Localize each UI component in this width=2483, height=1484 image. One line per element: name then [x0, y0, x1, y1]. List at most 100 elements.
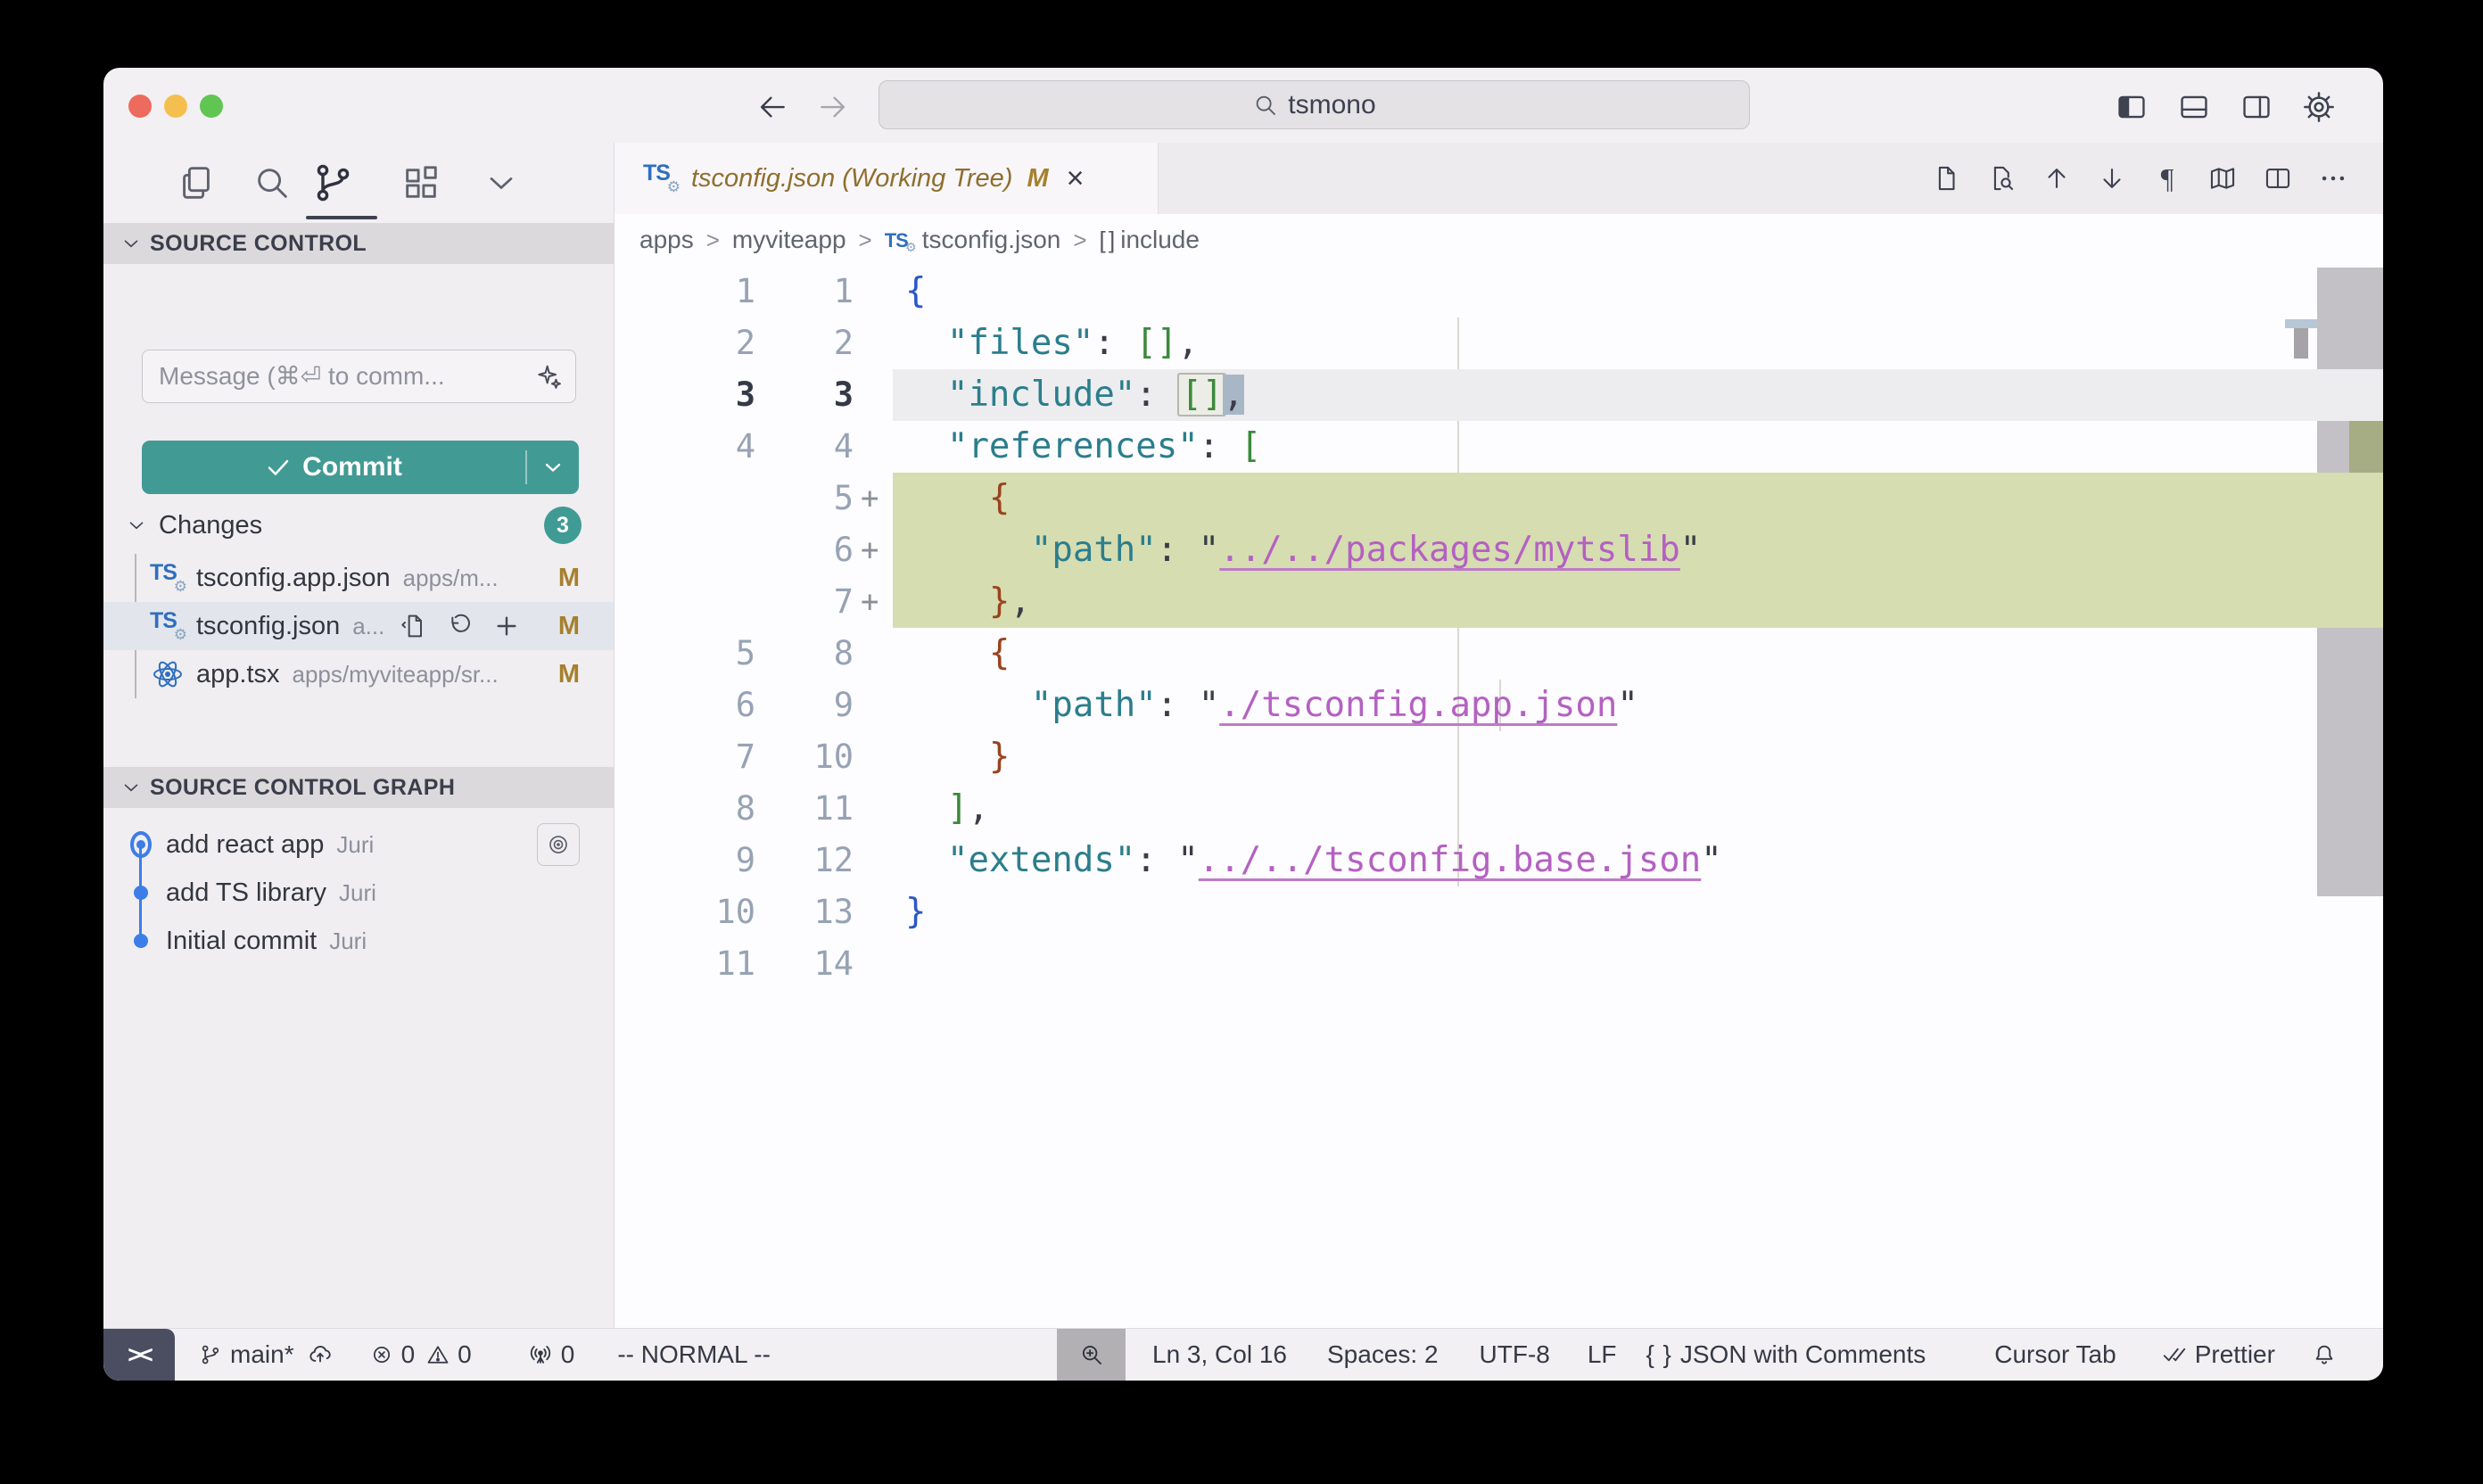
code-line[interactable]: 912 "extends": "../../tsconfig.base.json…: [615, 835, 2383, 886]
code-text[interactable]: "files": [],: [893, 317, 2383, 369]
more-actions-button[interactable]: [2315, 161, 2351, 196]
commit-row[interactable]: add react app Juri: [103, 820, 614, 869]
code-line[interactable]: 7+ },: [615, 576, 2383, 628]
code-line[interactable]: 22 "files": [],: [615, 317, 2383, 369]
code-text[interactable]: }: [893, 886, 2383, 938]
new-line-number: 4: [768, 421, 859, 473]
next-change-button[interactable]: [2094, 161, 2130, 196]
cursor-position[interactable]: Ln 3, Col 16: [1152, 1340, 1287, 1369]
code-line[interactable]: 33 "include": [],: [615, 369, 2383, 421]
code-line[interactable]: 710 }: [615, 731, 2383, 783]
code-line[interactable]: 5+ {: [615, 473, 2383, 524]
encoding-status[interactable]: UTF-8: [1480, 1340, 1550, 1369]
indentation-status[interactable]: Spaces: 2: [1327, 1340, 1439, 1369]
sync-button[interactable]: [307, 1341, 334, 1368]
tab-tsconfig-working-tree[interactable]: TS⚙ tsconfig.json (Working Tree) M ×: [615, 143, 1159, 214]
goto-commit-button[interactable]: [537, 823, 580, 866]
toggle-secondary-sidebar-button[interactable]: [2237, 87, 2276, 127]
source-control-view-button[interactable]: [309, 159, 357, 207]
notifications-button[interactable]: [2311, 1341, 2338, 1368]
ellipsis-icon: [2318, 163, 2348, 194]
branch-status[interactable]: main*: [198, 1340, 294, 1369]
code-line[interactable]: 811 ],: [615, 783, 2383, 835]
changed-file-row-selected[interactable]: TS⚙ tsconfig.json a... M: [103, 602, 614, 650]
toggle-panel-button[interactable]: [2174, 87, 2214, 127]
code-text[interactable]: {: [893, 628, 2383, 680]
problems-warnings[interactable]: 0: [425, 1340, 472, 1369]
code-text[interactable]: {: [893, 266, 2383, 317]
changed-file-row[interactable]: app.tsx apps/myviteapp/sr... M: [103, 650, 614, 698]
code-line[interactable]: 11{: [615, 266, 2383, 317]
changes-section-header[interactable]: Changes 3: [103, 501, 614, 549]
window-controls: [128, 95, 223, 118]
commit-button[interactable]: Commit: [142, 452, 525, 482]
maximize-window-button[interactable]: [200, 95, 223, 118]
changed-file-row[interactable]: TS⚙ tsconfig.app.json apps/m... M: [103, 554, 614, 602]
open-file-button[interactable]: [399, 611, 429, 641]
code-line[interactable]: 69 "path": "./tsconfig.app.json": [615, 680, 2383, 731]
cursor-tab-status[interactable]: Cursor Tab: [1994, 1340, 2116, 1369]
code-line[interactable]: 1114: [615, 938, 2383, 990]
code-line[interactable]: 6+ "path": "../../packages/mytslib": [615, 524, 2383, 576]
code-line[interactable]: 44 "references": [: [615, 421, 2383, 473]
broadcast-status[interactable]: 0: [527, 1340, 575, 1369]
code-text[interactable]: ],: [893, 783, 2383, 835]
graph-section-header[interactable]: SOURCE CONTROL GRAPH: [103, 767, 614, 808]
split-editor-button[interactable]: [2260, 161, 2296, 196]
code-text[interactable]: "extends": "../../tsconfig.base.json": [893, 835, 2383, 886]
discard-changes-button[interactable]: [445, 611, 475, 641]
breadcrumb-item[interactable]: include: [1120, 226, 1200, 254]
code-text[interactable]: },: [893, 576, 2383, 628]
settings-button[interactable]: [2299, 87, 2339, 127]
language-mode[interactable]: { } JSON with Comments: [1646, 1340, 1926, 1369]
code-text[interactable]: "include": [],: [893, 369, 2383, 421]
source-control-section-header[interactable]: SOURCE CONTROL: [103, 223, 614, 264]
tsconfig-file-icon: TS⚙: [643, 161, 679, 196]
old-line-number: 11: [615, 938, 768, 990]
formatter-status[interactable]: Prettier: [2161, 1340, 2275, 1369]
open-changes-button[interactable]: [1984, 161, 2019, 196]
open-file-button[interactable]: [1928, 161, 1964, 196]
commit-dropdown-button[interactable]: [527, 455, 579, 480]
chevron-down-icon: [120, 776, 143, 799]
stage-changes-button[interactable]: [491, 611, 522, 641]
search-view-button[interactable]: [248, 159, 296, 207]
eol-status[interactable]: LF: [1588, 1340, 1617, 1369]
commit-row[interactable]: add TS library Juri: [103, 869, 614, 917]
breadcrumb-item[interactable]: tsconfig.json: [922, 226, 1061, 254]
added-line-marker: [859, 317, 893, 369]
code-line[interactable]: 58 {: [615, 628, 2383, 680]
render-whitespace-button[interactable]: ¶: [2149, 161, 2185, 196]
forward-button[interactable]: [813, 87, 853, 127]
problems-errors[interactable]: 0: [369, 1340, 416, 1369]
breadcrumb-item[interactable]: myviteapp: [732, 226, 846, 254]
code-text[interactable]: {: [893, 473, 2383, 524]
more-views-button[interactable]: [477, 159, 525, 207]
extensions-view-button[interactable]: [397, 159, 445, 207]
previous-change-button[interactable]: [2039, 161, 2075, 196]
vim-mode-indicator[interactable]: -- NORMAL --: [617, 1340, 771, 1369]
remote-indicator[interactable]: ><: [103, 1329, 175, 1381]
explorer-view-button[interactable]: [172, 159, 220, 207]
new-line-number: 1: [768, 266, 859, 317]
close-tab-button[interactable]: ×: [1067, 163, 1085, 194]
ai-sparkle-icon[interactable]: [534, 362, 563, 391]
commit-row[interactable]: Initial commit Juri: [103, 917, 614, 965]
map-view-button[interactable]: [2205, 161, 2240, 196]
commit-message-input[interactable]: [143, 362, 534, 391]
code-line[interactable]: 1013}: [615, 886, 2383, 938]
minimize-window-button[interactable]: [164, 95, 187, 118]
braces-icon: { }: [1646, 1340, 1673, 1369]
back-button[interactable]: [753, 87, 792, 127]
toggle-primary-sidebar-button[interactable]: [2112, 87, 2151, 127]
close-window-button[interactable]: [128, 95, 152, 118]
breadcrumb-item[interactable]: apps: [639, 226, 694, 254]
code-text[interactable]: "path": "./tsconfig.app.json": [893, 680, 2383, 731]
zoom-indicator[interactable]: [1057, 1329, 1126, 1381]
command-center-search[interactable]: tsmono: [879, 80, 1750, 129]
code-text[interactable]: }: [893, 731, 2383, 783]
vim-mode: -- NORMAL --: [617, 1340, 771, 1369]
code-text[interactable]: "path": "../../packages/mytslib": [893, 524, 2383, 576]
code-text[interactable]: "references": [: [893, 421, 2383, 473]
code-text[interactable]: [893, 938, 2383, 990]
